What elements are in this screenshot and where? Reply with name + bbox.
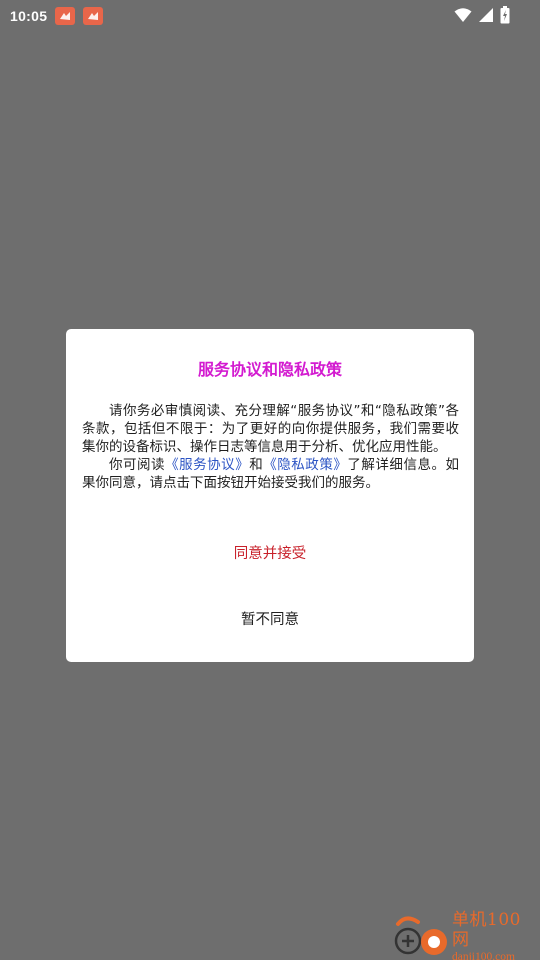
privacy-policy-link[interactable]: 《隐私政策》 [263,457,347,473]
status-bar: 10:05 [0,0,540,32]
dialog-body: 请你务必审慎阅读、充分理解“服务协议”和“隐私政策”各条款，包括但不限于：为了更… [82,402,459,492]
agree-button[interactable]: 同意并接受 [66,538,474,566]
wifi-icon [454,8,472,22]
signal-icon [479,8,493,22]
watermark: 单机100网 danji100.com [388,910,538,960]
paragraph-text: 你可阅读 [109,457,166,473]
status-time: 10:05 [10,8,48,24]
privacy-dialog: 服务协议和隐私政策 请你务必审慎阅读、充分理解“服务协议”和“隐私政策”各条款，… [66,329,474,662]
app-notification-icon [55,7,76,25]
app-notification-icon [83,7,104,25]
paragraph-text: 和 [249,457,264,473]
status-icons [454,6,510,24]
watermark-logo-icon [388,914,450,960]
dialog-paragraph-1: 请你务必审慎阅读、充分理解“服务协议”和“隐私政策”各条款，包括但不限于：为了更… [82,403,459,455]
watermark-domain: danji100.com [452,951,515,960]
disagree-button[interactable]: 暂不同意 [66,604,474,632]
service-agreement-link[interactable]: 《服务协议》 [165,457,249,473]
watermark-name: 单机100网 [452,910,521,950]
dialog-title: 服务协议和隐私政策 [197,360,342,379]
battery-icon [500,6,510,24]
dialog-paragraph-2: 你可阅读《服务协议》和《隐私政策》了解详细信息。如果你同意，请点击下面按钮开始接… [82,456,459,492]
